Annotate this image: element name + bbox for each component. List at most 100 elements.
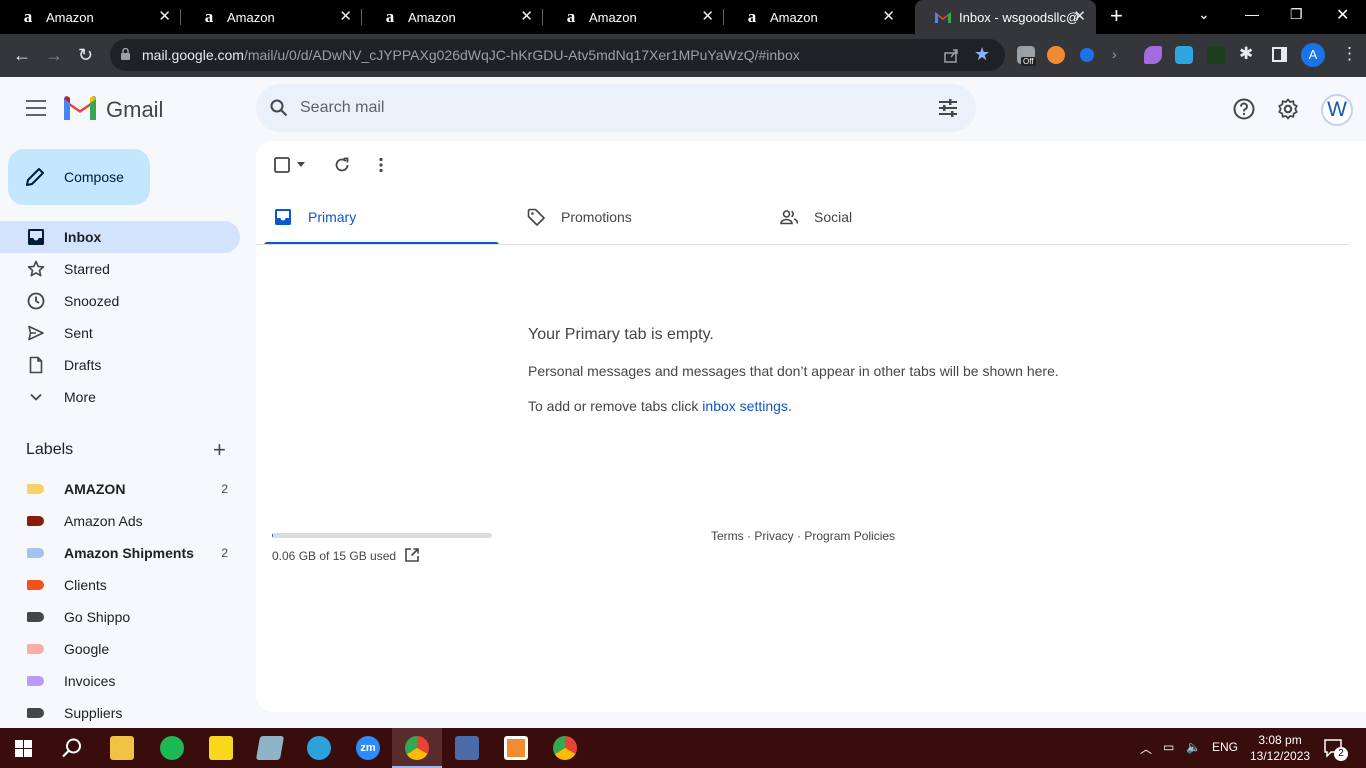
- terms-link[interactable]: Terms: [711, 529, 744, 543]
- browser-tab[interactable]: a Amazon ✕: [543, 0, 724, 34]
- volume-icon[interactable]: 🔈: [1186, 740, 1201, 754]
- lock-icon: [121, 48, 130, 60]
- sidebar-label-clients[interactable]: Clients: [0, 569, 240, 601]
- side-panel-icon[interactable]: [1272, 47, 1287, 62]
- sidebar-label-amazon-shipments[interactable]: Amazon Shipments 2: [0, 537, 240, 569]
- back-arrow-icon[interactable]: ←: [13, 44, 31, 66]
- tab-promotions[interactable]: Promotions: [509, 189, 762, 245]
- close-icon[interactable]: ✕: [520, 9, 533, 25]
- taskbar-clock[interactable]: 3:08 pm 13/12/2023: [1250, 732, 1310, 764]
- extension-icon[interactable]: [1080, 48, 1094, 62]
- privacy-link[interactable]: Privacy: [754, 529, 793, 543]
- clock-time: 3:08 pm: [1258, 733, 1302, 747]
- search-bar: [256, 84, 976, 132]
- sidebar-item-inbox[interactable]: Inbox: [0, 221, 240, 253]
- profile-avatar[interactable]: A: [1301, 43, 1325, 67]
- sidebar-label-amazon[interactable]: AMAZON 2: [0, 473, 240, 505]
- kebab-menu-icon[interactable]: ⋮: [1341, 44, 1358, 64]
- sidebar-label-go-shippo[interactable]: Go Shippo: [0, 601, 240, 633]
- search-input[interactable]: [300, 96, 900, 120]
- sidebar-item-drafts[interactable]: Drafts: [0, 349, 240, 381]
- zoom-app-icon[interactable]: zm: [356, 736, 380, 760]
- main-menu-icon[interactable]: [26, 100, 46, 116]
- sidebar-item-sent[interactable]: Sent: [0, 317, 240, 349]
- sidebar-item-label: Snoozed: [64, 293, 120, 309]
- program-policies-link[interactable]: Program Policies: [804, 529, 895, 543]
- window-close-icon[interactable]: ✕: [1336, 5, 1349, 25]
- sidebar-item-starred[interactable]: Starred: [0, 253, 240, 285]
- sticky-notes-icon[interactable]: [209, 736, 233, 760]
- minimize-icon[interactable]: —: [1245, 6, 1259, 22]
- windows-start-icon[interactable]: [15, 740, 32, 757]
- select-dropdown-icon[interactable]: [297, 162, 305, 167]
- label-tag-icon: [27, 484, 44, 494]
- telegram-icon[interactable]: [307, 736, 331, 760]
- gmail-brand: Gmail: [106, 97, 164, 122]
- puzzle-extensions-icon[interactable]: ✱: [1239, 44, 1253, 64]
- extension-icon[interactable]: [1207, 46, 1225, 64]
- inbox-settings-link[interactable]: inbox settings: [702, 398, 788, 414]
- extension-icon[interactable]: ›: [1112, 46, 1130, 64]
- close-icon[interactable]: ✕: [1073, 9, 1086, 25]
- close-icon[interactable]: ✕: [882, 9, 895, 25]
- search-icon[interactable]: [270, 99, 288, 117]
- refresh-icon[interactable]: [334, 157, 350, 173]
- restore-icon[interactable]: ❐: [1290, 6, 1303, 23]
- sidebar-label-invoices[interactable]: Invoices: [0, 665, 240, 697]
- clock-date: 13/12/2023: [1250, 749, 1311, 763]
- select-checkbox[interactable]: [274, 157, 290, 173]
- tray-chevron-up-icon[interactable]: ︿: [1140, 740, 1152, 757]
- sidebar-label-amazon-ads[interactable]: Amazon Ads: [0, 505, 240, 537]
- browser-tab[interactable]: a Amazon ✕: [362, 0, 543, 34]
- draft-icon: [29, 356, 43, 374]
- extension-icon[interactable]: Off: [1017, 46, 1036, 66]
- chrome-icon[interactable]: [553, 736, 577, 760]
- network-icon[interactable]: ▭: [1163, 740, 1174, 754]
- extension-icon[interactable]: [1144, 46, 1162, 64]
- browser-tab-active[interactable]: Inbox - wsgoodsllc@ ✕: [915, 0, 1096, 34]
- calculator-icon[interactable]: [455, 736, 479, 760]
- search-icon[interactable]: [61, 737, 83, 759]
- address-bar[interactable]: mail.google.com/mail/u/0/d/ADwNV_cJYPPAX…: [110, 39, 1005, 71]
- tab-primary[interactable]: Primary: [256, 189, 509, 245]
- share-icon[interactable]: [943, 47, 960, 64]
- chrome-icon[interactable]: [405, 736, 429, 760]
- storage-meter: [272, 533, 492, 538]
- new-tab-plus-icon[interactable]: +: [1110, 5, 1123, 27]
- label-name: Invoices: [64, 673, 116, 689]
- language-indicator[interactable]: ENG: [1212, 740, 1238, 754]
- browser-tab[interactable]: a Amazon ✕: [724, 0, 905, 34]
- browser-toolbar: ← → ↻ mail.google.com/mail/u/0/d/ADwNV_c…: [0, 34, 1366, 77]
- open-external-icon[interactable]: [404, 547, 420, 563]
- more-vert-icon[interactable]: [379, 157, 383, 173]
- tab-search-chevron-icon[interactable]: ⌄: [1198, 6, 1210, 23]
- people-icon: [780, 210, 798, 225]
- compose-button[interactable]: Compose: [8, 149, 150, 205]
- extension-icon[interactable]: [1047, 46, 1065, 64]
- chevron-down-icon: [30, 393, 42, 401]
- notepad-icon[interactable]: [255, 736, 285, 760]
- help-icon[interactable]: [1233, 98, 1255, 120]
- browser-tab[interactable]: a Amazon ✕: [0, 0, 181, 34]
- bookmark-star-icon[interactable]: ★: [974, 44, 990, 65]
- close-icon[interactable]: ✕: [158, 9, 171, 25]
- forward-arrow-icon[interactable]: →: [45, 44, 63, 66]
- gear-icon[interactable]: [1277, 98, 1299, 120]
- file-explorer-icon[interactable]: [110, 736, 134, 760]
- close-icon[interactable]: ✕: [701, 9, 714, 25]
- spotify-icon[interactable]: [160, 736, 184, 760]
- sidebar-label-google[interactable]: Google: [0, 633, 240, 665]
- remote-desktop-icon[interactable]: [504, 736, 528, 760]
- close-icon[interactable]: ✕: [339, 9, 352, 25]
- browser-tab[interactable]: a Amazon ✕: [181, 0, 362, 34]
- sidebar-item-snoozed[interactable]: Snoozed: [0, 285, 240, 317]
- search-options-icon[interactable]: [938, 99, 958, 117]
- tab-label: Promotions: [561, 209, 632, 225]
- reload-icon[interactable]: ↻: [78, 44, 93, 66]
- extension-icon[interactable]: [1175, 46, 1193, 64]
- sidebar-item-more[interactable]: More: [0, 381, 240, 413]
- add-label-plus-icon[interactable]: +: [213, 439, 226, 461]
- account-avatar[interactable]: W: [1321, 94, 1353, 126]
- tab-social[interactable]: Social: [762, 189, 1015, 245]
- sidebar-label-suppliers[interactable]: Suppliers: [0, 697, 240, 729]
